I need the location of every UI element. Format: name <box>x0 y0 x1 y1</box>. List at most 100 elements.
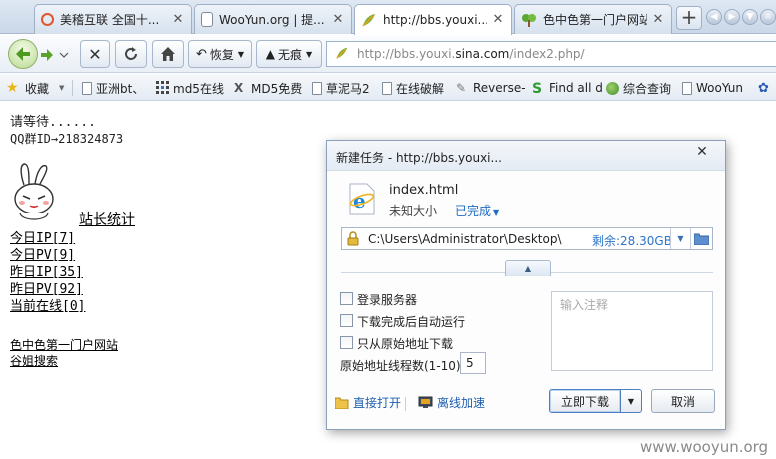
path-history-dropdown-icon[interactable]: ▼ <box>670 228 690 249</box>
tab-meiji[interactable]: 美稽互联 全国十... ✕ <box>34 4 192 34</box>
stat-yesterday-ip[interactable]: 昨日IP[35] <box>10 264 85 281</box>
tab-strip: 美稽互联 全国十... ✕ WooYun.org | 提... ✕ http:/… <box>0 0 776 35</box>
original-only-label: 只从原始地址下载 <box>357 337 454 351</box>
threads-input[interactable]: 5 <box>460 352 486 374</box>
new-tab-button[interactable]: + <box>676 6 702 30</box>
status-dropdown[interactable]: 已完成 ▼ <box>455 202 499 219</box>
close-icon[interactable]: ✕ <box>331 12 345 27</box>
stats-title-link[interactable]: 站长统计 <box>79 212 135 229</box>
wand-icon: ✎ <box>456 81 467 95</box>
url-prefix: http://bbs.youxi. <box>357 47 456 61</box>
bookmark-item[interactable]: X MD5免费 <box>234 79 302 97</box>
tree-icon <box>521 12 537 28</box>
browse-folder-button[interactable] <box>690 228 712 249</box>
home-button[interactable] <box>152 40 184 68</box>
page-icon <box>201 12 213 27</box>
tab-scroll-right-icon[interactable]: ▶ <box>724 9 740 25</box>
forward-arrow-icon <box>41 49 69 61</box>
restore-button[interactable]: ↶ 恢复 ▼ <box>188 40 252 68</box>
tab-menu-icon[interactable]: ▼ <box>742 9 758 25</box>
new-task-dialog: 新建任务 - http://bbs.youxi... ✕ e index.htm… <box>326 140 726 430</box>
bookmark-item[interactable]: S Find all d <box>532 79 603 97</box>
svg-text:e: e <box>353 189 366 213</box>
file-name: index.html <box>389 183 459 198</box>
url-domain: sina.com <box>455 47 510 61</box>
stat-today-ip[interactable]: 今日IP[7] <box>10 230 85 247</box>
link-gujie-search[interactable]: 谷姐搜索 <box>10 353 118 369</box>
bookmark-favorites[interactable]: ★ 收藏 ▼ <box>6 79 64 97</box>
stats-list: 今日IP[7] 今日PV[9] 昨日IP[35] 昨日PV[92] 当前在线[0… <box>10 230 85 315</box>
bookmark-paw[interactable]: ✿ <box>758 79 769 97</box>
stat-online-now[interactable]: 当前在线[0] <box>10 298 85 315</box>
stop-button[interactable]: ✕ <box>80 40 110 68</box>
leaf-icon <box>361 12 377 28</box>
chevron-down-icon: ▼ <box>306 49 313 59</box>
site-favicon-icon <box>335 46 349 63</box>
free-space: 剩余:28.30GB <box>592 234 672 248</box>
tab-bbs-youxi[interactable]: http://bbs.youxi.... ✕ <box>354 4 512 35</box>
threads-label: 原始地址线程数(1-10) <box>340 359 461 373</box>
stat-yesterday-pv[interactable]: 昨日PV[92] <box>10 281 85 298</box>
tab-list-icon[interactable]: ≡ <box>760 9 776 25</box>
address-bar[interactable]: http://bbs.youxi. sina.com/index2.php/ <box>326 41 776 67</box>
tab-wooyun[interactable]: WooYun.org | 提... ✕ <box>194 4 352 34</box>
incognito-icon: ▲ <box>265 47 276 61</box>
star-icon: ★ <box>6 80 19 96</box>
x-page-icon: X <box>234 81 244 95</box>
login-server-checkbox[interactable] <box>340 292 353 305</box>
bookmark-item[interactable]: 综合查询 <box>606 79 671 97</box>
refresh-button[interactable] <box>115 40 147 68</box>
navigation-toolbar: ✕ ↶ 恢复 ▼ ▲ 无痕 ▼ http://bbs.youxi. sina.co… <box>0 35 776 73</box>
watermark-text: www.wooyun.org <box>640 438 769 456</box>
dialog-title: 新建任务 - http://bbs.youxi... <box>327 141 725 171</box>
bookmark-item[interactable]: WooYun <box>682 79 743 97</box>
opera-icon <box>41 13 54 26</box>
dialog-close-icon[interactable]: ✕ <box>693 144 711 160</box>
bookmark-item[interactable]: 亚洲bt、 <box>82 79 144 97</box>
page-icon <box>312 81 322 95</box>
chevron-down-icon: ▼ <box>237 49 245 59</box>
collapse-options-button[interactable]: ▲ <box>505 260 551 276</box>
login-server-label: 登录服务器 <box>357 293 418 307</box>
link-sezhongse[interactable]: 色中色第一门户网站 <box>10 337 118 353</box>
auto-run-checkbox[interactable] <box>340 314 353 327</box>
bookmark-item[interactable]: 草泥马2 <box>312 79 370 97</box>
bookmark-item[interactable]: md5在线 <box>156 79 224 97</box>
tab-scroll-left-icon[interactable]: ◀ <box>706 9 722 25</box>
file-size: 未知大小 <box>389 204 438 218</box>
save-path-field[interactable]: C:\Users\Administrator\Desktop\ 剩余:28.30… <box>341 227 713 250</box>
download-now-button[interactable]: 立即下载 <box>549 389 621 413</box>
bookmarks-bar: ★ 收藏 ▼ 亚洲bt、 md5在线 X MD5免费 草泥马2 在线破解 ✎ R… <box>0 74 776 101</box>
bookmark-item[interactable]: ✎ Reverse- <box>456 79 526 97</box>
tab-sezhongse[interactable]: 色中色第一门户网站 ✕ <box>514 4 672 34</box>
download-options-dropdown[interactable]: ▼ <box>620 389 642 413</box>
ie-file-icon: e <box>347 183 377 215</box>
forward-button[interactable] <box>40 47 70 63</box>
folder-icon <box>694 233 709 245</box>
chevron-down-icon: ▼ <box>627 396 635 406</box>
stat-today-pv[interactable]: 今日PV[9] <box>10 247 85 264</box>
original-only-checkbox[interactable] <box>340 336 353 349</box>
folder-open-icon <box>335 397 349 409</box>
refresh-icon <box>125 47 137 60</box>
divider <box>72 80 73 96</box>
divider <box>405 397 406 411</box>
incognito-button[interactable]: ▲ 无痕 ▼ <box>256 40 322 68</box>
page-icon <box>382 81 392 95</box>
bookmark-item[interactable]: 在线破解 <box>382 79 444 97</box>
auto-run-label: 下载完成后自动运行 <box>357 315 466 329</box>
open-direct-link[interactable]: 直接打开 <box>335 394 401 411</box>
lock-icon <box>347 231 359 249</box>
note-textarea[interactable]: 输入注释 <box>551 291 713 371</box>
chevron-up-icon: ▲ <box>524 264 532 273</box>
back-button[interactable] <box>8 39 38 69</box>
home-icon <box>161 47 175 61</box>
page-icon <box>82 81 92 95</box>
close-icon[interactable]: ✕ <box>491 13 505 27</box>
globe-icon <box>606 81 619 95</box>
cancel-button[interactable]: 取消 <box>651 389 715 413</box>
close-icon[interactable]: ✕ <box>171 12 185 27</box>
chevron-down-icon: ▼ <box>59 84 65 92</box>
offline-speedup-link[interactable]: 离线加速 <box>418 394 485 411</box>
close-icon[interactable]: ✕ <box>651 12 665 27</box>
